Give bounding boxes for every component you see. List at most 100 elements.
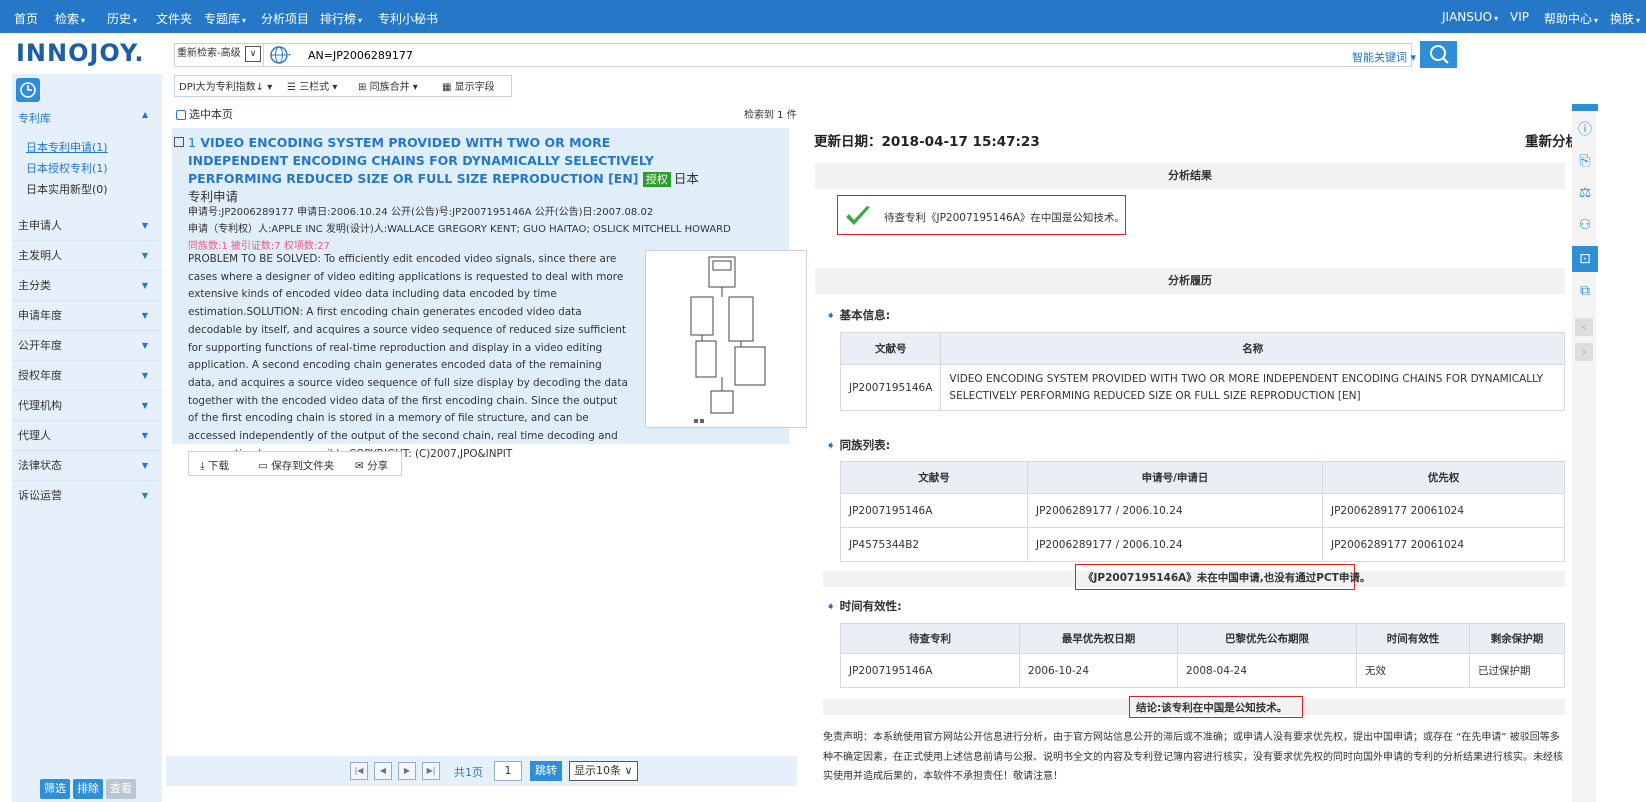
rail-collapse-handle[interactable]	[1572, 104, 1598, 111]
legal-scale-icon[interactable]: ⚖	[1577, 184, 1593, 202]
family-list-table: 文献号 申请号/申请日 优先权 JP2007195146A JP2006289177 …	[840, 461, 1565, 562]
sidebar-item-main-applicant[interactable]: 主申请人 ▼	[12, 211, 162, 241]
nav-topic-lib[interactable]: 专题库 ▾	[204, 10, 246, 27]
download-icon: ⤓	[200, 460, 205, 472]
share-button[interactable]: ✉ 分享	[355, 458, 388, 473]
basic-info-title: ➧ 基本信息:	[826, 308, 891, 322]
update-date: 更新日期：2018-04-17 15:47:23	[814, 134, 1040, 150]
sidebar-item-jp-utility[interactable]: 日本实用新型(0)	[26, 181, 108, 197]
arrow-right-icon: ➧	[826, 599, 836, 613]
sidebar-item-agent[interactable]: 代理人 ▼	[12, 421, 162, 451]
nav-vip[interactable]: VIP	[1510, 10, 1529, 24]
info-icon[interactable]: ⓘ	[1577, 121, 1593, 139]
sidebar-item-grant-year[interactable]: 授权年度 ▼	[12, 361, 162, 391]
result-meta-numbers: 申请号:JP2006289177 申请日:2006.10.24 公开(公告)号:…	[188, 207, 654, 218]
time-validity-title: ➧ 时间有效性:	[826, 599, 902, 613]
page-total: 共1页	[454, 766, 483, 779]
tool-rail	[1572, 104, 1596, 802]
nav-analysis[interactable]: 分析项目	[261, 10, 309, 27]
patent-drawing-thumbnail[interactable]	[645, 250, 807, 428]
disclaimer-text: 免责声明：本系统使用官方网站公开信息进行分析，由于官方网站信息公开的滞后或不准确…	[823, 732, 1563, 782]
check-icon	[845, 205, 871, 227]
nav-history[interactable]: 历史 ▾	[107, 10, 137, 27]
search-mode-select[interactable]: 重新检索-高级 ∨	[174, 43, 264, 67]
sidebar-item-agency[interactable]: 代理机构 ▼	[12, 391, 162, 421]
sidebar-item-publish-year[interactable]: 公开年度 ▼	[12, 331, 162, 361]
chevron-down-icon[interactable]: ∨	[245, 46, 261, 62]
view-button[interactable]: 查看	[106, 779, 136, 799]
nav-account[interactable]: JIANSUO ▾	[1442, 10, 1498, 24]
sidebar-item-legal-status[interactable]: 法律状态 ▼	[12, 451, 162, 481]
result-abstract: PROBLEM TO BE SOLVED: To efficiently edi…	[188, 253, 628, 460]
goto-page-button[interactable]: 跳转	[530, 761, 562, 781]
nav-skin[interactable]: 换肤 ▾	[1610, 10, 1640, 27]
save-folder-button[interactable]: ▭ 保存到文件夹	[258, 458, 334, 473]
nav-folders[interactable]: 文件夹	[156, 10, 192, 27]
analysis-result-text: 待查专利《JP2007195146A》在中国是公知技术。	[884, 212, 1125, 224]
reanalyze-button[interactable]: 重新分析	[1525, 130, 1579, 150]
patent-lib-header[interactable]: 专利库 ▲	[18, 110, 148, 126]
merge-icon: ⊞	[358, 82, 367, 93]
sidebar-item-litigation[interactable]: 诉讼运营 ▼	[12, 481, 162, 511]
family-merge-dropdown[interactable]: ⊞ 同族合并 ▾	[358, 78, 418, 93]
nav-home[interactable]: 首页	[14, 10, 38, 27]
table-row: JP2007195146A 2006-10-24 2008-04-24 无效 已过保护期	[840, 653, 1565, 688]
page-number-input[interactable]: 1	[494, 761, 522, 781]
smart-keyword-button[interactable]: 智能关键词 ▾	[1352, 49, 1416, 65]
filter-button[interactable]: 筛选	[40, 779, 70, 799]
analysis-result-band: 分析结果	[815, 163, 1565, 189]
nav-ranking[interactable]: 排行榜 ▾	[320, 10, 362, 27]
time-validity-table: 待查专利 最早优先权日期 巴黎优先公布期限 时间有效性 剩余保护期 JP20071951…	[840, 623, 1565, 688]
sidebar-item-jp-application[interactable]: 日本专利申请(1)	[26, 139, 108, 155]
sidebar-item-main-inventor[interactable]: 主发明人 ▼	[12, 241, 162, 271]
select-page-checkbox[interactable]: 选中本页	[176, 106, 233, 122]
display-fields-button[interactable]: ▦ 显示字段	[442, 78, 495, 93]
chevron-left-icon[interactable]: ‹	[1575, 318, 1593, 336]
nav-secretary[interactable]: 专利小秘书	[378, 10, 438, 27]
family-icon[interactable]: ⧉	[1577, 282, 1593, 300]
nav-help[interactable]: 帮助中心 ▾	[1544, 10, 1598, 27]
download-button[interactable]: ⤓ 下载	[200, 458, 229, 473]
columns-dropdown[interactable]: ☰ 三栏式 ▾	[287, 78, 337, 93]
family-note-text: 《JP2007195146A》未在中国申请,也没有通过PCT申请。	[1083, 572, 1371, 584]
folder-icon: ▭	[258, 460, 268, 472]
result-checkbox[interactable]	[174, 137, 184, 147]
search-button[interactable]	[1420, 41, 1457, 68]
envelope-icon: ✉	[355, 460, 364, 472]
exclude-button[interactable]: 排除	[73, 779, 103, 799]
prev-page-button[interactable]: ◀	[374, 762, 392, 780]
list-icon: ☰	[287, 82, 296, 93]
result-title[interactable]: 1 VIDEO ENCODING SYSTEM PROVIDED WITH TW…	[188, 134, 708, 206]
granted-badge: 授权	[642, 172, 671, 187]
user-group-icon[interactable]: ⚇	[1577, 216, 1593, 234]
sidebar-item-apply-year[interactable]: 申请年度 ▼	[12, 301, 162, 331]
last-page-button[interactable]: ▶|	[422, 762, 440, 780]
search-icon	[1429, 45, 1449, 64]
result-meta-applicant: 申请（专利权）人:APPLE INC 发明(设计)人:WALLACE GREGO…	[188, 224, 731, 235]
analysis-history-band: 分析履历	[815, 268, 1565, 294]
conclusion-text: 结论:该专利在中国是公知技术。	[1136, 702, 1288, 714]
result-count: 检索到 1 件	[744, 110, 797, 121]
first-page-button[interactable]: |◀	[350, 762, 368, 780]
family-list-title: ➧ 同族列表:	[826, 438, 891, 452]
arrow-right-icon: ➧	[826, 438, 836, 452]
basic-info-table: 文献号 名称 JP2007195146A VIDEO ENCODING SYSTEM…	[839, 332, 1565, 411]
next-page-button[interactable]: ▶	[398, 762, 416, 780]
search-input[interactable]	[308, 45, 1258, 65]
top-nav-bar: 首页 检索 ▾ 历史 ▾ 文件夹 专题库 ▾ 分析项目 排行榜 ▾ 专利小秘书 JIAN…	[0, 0, 1646, 33]
table-row: JP2007195146A JP2006289177 / 2006.10.24 JP…	[840, 493, 1565, 528]
table-row: JP4575344B2 JP2006289177 / 2006.10.24 JP20…	[840, 527, 1565, 562]
sort-dropdown[interactable]: DPI大为专利指数↓ ▾	[179, 78, 272, 93]
pdf-icon[interactable]: ⎘	[1577, 152, 1593, 170]
chevron-right-icon[interactable]: ›	[1575, 343, 1593, 361]
per-page-select[interactable]: 显示10条 ∨	[569, 761, 638, 781]
unlock-icon[interactable]: ⊡	[1572, 246, 1598, 272]
clock-icon[interactable]	[16, 78, 40, 102]
result-counts[interactable]: 同族数:1 被引证数:7 权项数:27	[188, 237, 330, 252]
app-logo[interactable]: INNOJOY.	[16, 39, 145, 67]
grid-icon: ▦	[442, 82, 452, 93]
sidebar-item-main-class[interactable]: 主分类 ▼	[12, 271, 162, 301]
globe-icon[interactable]	[270, 45, 292, 65]
nav-search[interactable]: 检索 ▾	[55, 10, 85, 27]
sidebar-item-jp-granted[interactable]: 日本授权专利(1)	[26, 160, 108, 176]
